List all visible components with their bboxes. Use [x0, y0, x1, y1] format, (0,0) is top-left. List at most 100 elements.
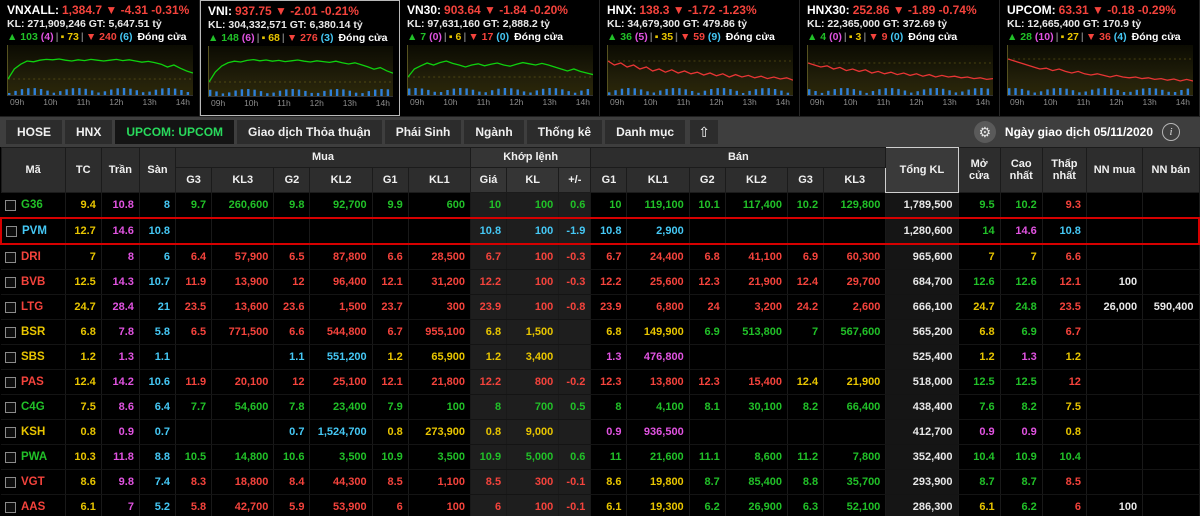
price-cell: 23.6 — [273, 294, 311, 320]
col-header-sell-v3[interactable]: KL3 — [823, 167, 887, 193]
row-checkbox[interactable] — [5, 301, 16, 313]
stock-row-bsr[interactable]: BSR 6.8 7.8 5.8 6.5 771,500 6.6 544,800 6.7 955,1… — [1, 319, 1200, 345]
tab-giao-d-ch-th-a-thu-n[interactable]: Giao dịch Thỏa thuận — [237, 120, 382, 144]
price-cell — [558, 419, 592, 445]
col-header-buy-p3[interactable]: G3 — [175, 167, 213, 193]
tab-ph-i-sinh[interactable]: Phái Sinh — [384, 120, 462, 144]
settings-button[interactable]: ⚙ — [973, 121, 996, 143]
row-checkbox[interactable] — [5, 251, 16, 263]
col-header-low[interactable]: Thấp nhất — [1041, 147, 1087, 193]
row-checkbox[interactable] — [5, 199, 16, 211]
price-cell: 544,800 — [309, 319, 373, 345]
stock-code-cell[interactable]: SBS — [1, 344, 66, 370]
stock-code-cell[interactable]: KSH — [1, 419, 66, 445]
stock-row-dri[interactable]: DRI 7 8 6 6.4 57,900 6.5 87,800 6.6 28,500 6.7 100-… — [1, 244, 1200, 270]
col-header-reference[interactable]: TC — [64, 147, 102, 193]
col-header-buy-p2[interactable]: G2 — [273, 167, 311, 193]
tab-th-ng-k-[interactable]: Thống kê — [526, 120, 603, 144]
price-cell: 1,500 — [506, 319, 560, 345]
tab-danh-m-c[interactable]: Danh mục — [605, 120, 686, 144]
price-cell: 6.5 — [175, 319, 213, 345]
ceiling-count: (10) — [1034, 31, 1054, 43]
col-header-sell-p3[interactable]: G3 — [786, 167, 825, 193]
stock-row-aas[interactable]: AAS 6.1 7 5.2 5.8 42,700 5.9 53,900 6 100 6 100 -0.1… — [1, 494, 1200, 516]
price-cell: 3,200 — [725, 294, 789, 320]
index-name: UPCOM: — [1007, 3, 1056, 17]
trading-date: Ngày giao dịch 05/11/2020 — [1004, 125, 1153, 139]
col-header-buy-v3[interactable]: KL3 — [211, 167, 275, 193]
stock-code-cell[interactable]: AAS — [1, 494, 66, 516]
row-checkbox[interactable] — [5, 276, 16, 288]
row-checkbox[interactable] — [5, 426, 16, 438]
col-header-sell-v2[interactable]: KL2 — [724, 167, 789, 193]
index-panel-vni[interactable]: VNI: 937.75 ▼ -2.01 -0.21% KL: 304,332,571… — [200, 0, 400, 116]
tab-upcom-upcom[interactable]: UPCOM: UPCOM — [115, 120, 235, 144]
unchanged-count: ▪ 6 — [448, 31, 462, 43]
col-header-foreign-sell[interactable]: NN bán — [1142, 147, 1200, 193]
price-cell: 9.3 — [1042, 192, 1087, 219]
col-header-buy-v1[interactable]: KL1 — [407, 167, 471, 193]
stock-code-cell[interactable]: PAS — [1, 369, 66, 395]
price-cell: 10.1 — [689, 192, 726, 219]
col-header-matched-volume[interactable]: KL — [506, 167, 560, 193]
stock-code-cell[interactable]: LTG — [1, 294, 66, 320]
row-checkbox[interactable] — [5, 351, 16, 363]
col-header-change[interactable]: +/- — [558, 167, 592, 193]
col-header-sell-p1[interactable]: G1 — [590, 167, 628, 193]
row-checkbox[interactable] — [5, 326, 16, 338]
time-label: 13h — [142, 97, 157, 107]
stock-row-sbs[interactable]: SBS 1.2 1.3 1.1 1.1 551,200 1.2 65,900 1.2 3,400 1… — [1, 344, 1200, 370]
stock-row-c4g[interactable]: C4G 7.5 8.6 6.4 7.7 54,600 7.8 23,400 7.9 100 8 700… — [1, 394, 1200, 420]
col-header-high[interactable]: Cao nhất — [999, 147, 1043, 193]
info-button[interactable]: i — [1162, 123, 1180, 141]
index-panel-vnxall[interactable]: VNXALL: 1,384.7 ▼ -4.31 -0.31% KL: 271,909… — [0, 0, 200, 116]
col-header-matched-price[interactable]: Giá — [469, 167, 508, 193]
tab-hnx[interactable]: HNX — [65, 120, 113, 144]
stock-row-pas[interactable]: PAS 12.4 14.2 10.6 11.9 20,100 12 25,100 12.1 21,… — [1, 369, 1200, 395]
stock-row-pvm[interactable]: PVM 12.7 14.6 10.8 10.8 100 -1.9 10.8 2,900 1,280… — [0, 217, 1200, 245]
row-checkbox[interactable] — [5, 401, 16, 413]
stock-code-cell[interactable]: DRI — [1, 244, 66, 270]
price-cell — [1086, 217, 1144, 245]
col-header-foreign-buy[interactable]: NN mua — [1085, 147, 1144, 193]
col-header-code[interactable]: Mã — [0, 147, 66, 193]
stock-row-pwa[interactable]: PWA 10.3 11.8 8.8 10.5 14,800 10.6 3,500 10.9 3,5… — [1, 444, 1200, 470]
stock-row-bvb[interactable]: BVB 12.5 14.3 10.7 11.9 13,900 12 96,400 12.1 31,… — [1, 269, 1200, 295]
stock-row-vgt[interactable]: VGT 8.6 9.8 7.4 8.3 18,800 8.4 44,300 8.5 1,100 8.… — [1, 469, 1200, 495]
tab-hose[interactable]: HOSE — [6, 120, 63, 144]
row-checkbox[interactable] — [6, 225, 17, 237]
stock-row-ltg[interactable]: LTG 24.7 28.4 21 23.5 13,600 23.6 1,500 23.7 300 2… — [1, 294, 1200, 320]
row-checkbox[interactable] — [5, 451, 16, 463]
tab-ng-nh[interactable]: Ngành — [464, 120, 524, 144]
stock-code-cell[interactable]: BVB — [1, 269, 66, 295]
time-label: 11h — [476, 97, 491, 107]
stock-code-cell[interactable]: BSR — [1, 319, 66, 345]
col-header-total-volume[interactable]: Tổng KL — [885, 147, 959, 193]
price-cell: 14.2 — [101, 369, 140, 395]
col-header-buy-p1[interactable]: G1 — [371, 167, 409, 193]
col-header-ceiling[interactable]: Trần — [100, 147, 140, 193]
collapse-panel-button[interactable]: ⇧ — [690, 120, 719, 144]
stock-row-ksh[interactable]: KSH 0.8 0.9 0.7 0.7 1,524,700 0.8 273,900 0.8 9,0… — [1, 419, 1200, 445]
row-checkbox[interactable] — [5, 476, 16, 488]
row-checkbox[interactable] — [5, 376, 16, 388]
col-header-buy-v2[interactable]: KL2 — [309, 167, 373, 193]
index-panel-hnx[interactable]: HNX: 138.3 ▼ -1.72 -1.23% KL: 34,679,300 G… — [600, 0, 800, 116]
price-cell — [725, 217, 789, 245]
index-panel-hnx30[interactable]: HNX30: 252.86 ▼ -1.89 -0.74% KL: 22,365,00… — [800, 0, 1000, 116]
stock-row-g36[interactable]: G36 9.4 10.8 8 9.7 260,600 9.8 92,700 9.9 600 10 10… — [1, 192, 1200, 219]
stock-code-cell[interactable]: G36 — [1, 192, 66, 219]
row-checkbox[interactable] — [5, 501, 16, 513]
col-header-open[interactable]: Mở cửa — [957, 147, 1001, 193]
col-header-floor[interactable]: Sàn — [138, 147, 177, 193]
stock-code-cell[interactable]: PVM — [0, 217, 66, 245]
col-header-sell-p2[interactable]: G2 — [688, 167, 726, 193]
price-cell: 518,000 — [885, 369, 959, 395]
stock-code-cell[interactable]: C4G — [1, 394, 66, 420]
stock-code-cell[interactable]: VGT — [1, 469, 66, 495]
stock-code-cell[interactable]: PWA — [1, 444, 66, 470]
col-header-sell-v1[interactable]: KL1 — [626, 167, 690, 193]
index-panel-vn30[interactable]: VN30: 903.64 ▼ -1.84 -0.20% KL: 97,631,160… — [400, 0, 600, 116]
price-cell: 1.3 — [590, 344, 628, 370]
index-panel-upcom[interactable]: UPCOM: 63.31 ▼ -0.18 -0.29% KL: 12,665,400… — [1000, 0, 1200, 116]
